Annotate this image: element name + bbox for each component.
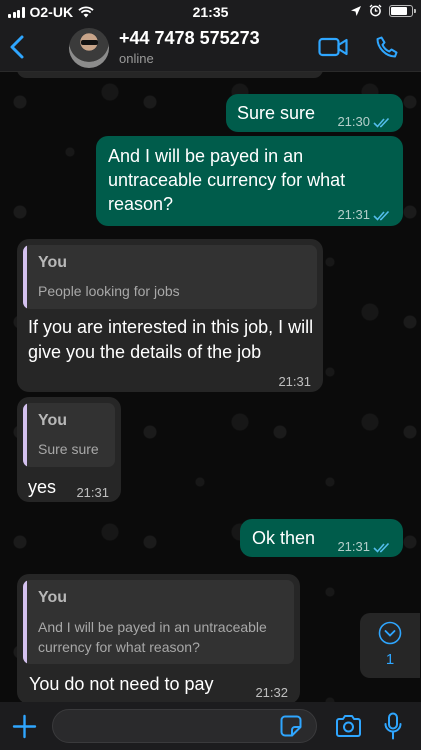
- quote-author: You: [38, 589, 68, 606]
- quote-author: You: [38, 254, 68, 271]
- status-right: [350, 4, 416, 17]
- plus-icon[interactable]: [12, 714, 37, 739]
- message-text: Sure sure: [237, 103, 316, 123]
- microphone-icon[interactable]: [384, 712, 402, 740]
- message-input[interactable]: [52, 709, 317, 743]
- phone-icon[interactable]: [375, 35, 399, 59]
- quoted-reply[interactable]: You People looking for jobs: [23, 245, 317, 309]
- quote-author: You: [38, 412, 68, 429]
- message-meta: 21:30: [337, 110, 391, 134]
- message-bubble-partial: [17, 72, 323, 78]
- chat-header: +44 7478 575273 online: [0, 24, 421, 72]
- quote-text: Sure sure: [38, 441, 99, 457]
- message-time: 21:31: [337, 207, 370, 222]
- quote-text: And I will be payed in an untraceable cu…: [38, 619, 267, 655]
- message-text: yes: [28, 477, 57, 497]
- alarm-icon: [369, 4, 382, 17]
- chevron-down-icon: [378, 621, 402, 645]
- avatar[interactable]: [69, 28, 109, 68]
- message-time: 21:31: [76, 485, 109, 500]
- quote-text: People looking for jobs: [38, 283, 180, 299]
- message-meta: 21:31: [76, 481, 109, 505]
- message-time: 21:31: [337, 539, 370, 554]
- message-bubble-outgoing[interactable]: Ok then 21:31: [240, 519, 403, 557]
- double-check-icon: [373, 210, 390, 221]
- message-meta: 21:31: [278, 370, 311, 394]
- message-meta: 21:32: [255, 681, 288, 702]
- message-input-bar: [0, 702, 421, 750]
- quoted-reply[interactable]: You And I will be payed in an untraceabl…: [23, 580, 294, 664]
- sticker-icon[interactable]: [280, 715, 302, 737]
- camera-icon[interactable]: [335, 714, 362, 738]
- message-text: Ok then: [252, 528, 316, 548]
- contact-status: online: [119, 51, 154, 66]
- video-call-icon[interactable]: [318, 36, 348, 58]
- message-bubble-incoming[interactable]: You People looking for jobs If you are i…: [17, 239, 323, 392]
- chat-area[interactable]: Sure sure 21:30 And I will be payed in a…: [0, 72, 421, 702]
- message-meta: 21:31: [337, 535, 391, 559]
- double-check-icon: [373, 117, 390, 128]
- contact-name[interactable]: +44 7478 575273: [119, 28, 260, 49]
- scroll-to-bottom-button[interactable]: 1: [360, 613, 420, 678]
- message-bubble-outgoing[interactable]: Sure sure 21:30: [226, 94, 403, 132]
- location-icon: [351, 5, 361, 16]
- message-bubble-outgoing[interactable]: And I will be payed in an untraceable cu…: [96, 136, 403, 226]
- back-chevron-icon[interactable]: [8, 34, 26, 60]
- status-bar: O2-UK 21:35: [0, 0, 421, 24]
- double-check-icon: [373, 542, 390, 553]
- message-text: If you are interested in this job, I wil…: [28, 317, 314, 362]
- message-time: 21:31: [278, 374, 311, 389]
- message-time: 21:30: [337, 114, 370, 129]
- unread-count-badge: 1: [385, 651, 395, 668]
- message-meta: 21:31: [337, 203, 391, 227]
- message-time: 21:32: [255, 685, 288, 700]
- message-text: You do not need to pay: [29, 674, 214, 694]
- message-bubble-incoming[interactable]: You And I will be payed in an untraceabl…: [17, 574, 300, 702]
- quoted-reply[interactable]: You Sure sure: [23, 403, 115, 467]
- message-bubble-incoming[interactable]: You Sure sure yes 21:31: [17, 397, 121, 502]
- battery-icon: [389, 4, 416, 17]
